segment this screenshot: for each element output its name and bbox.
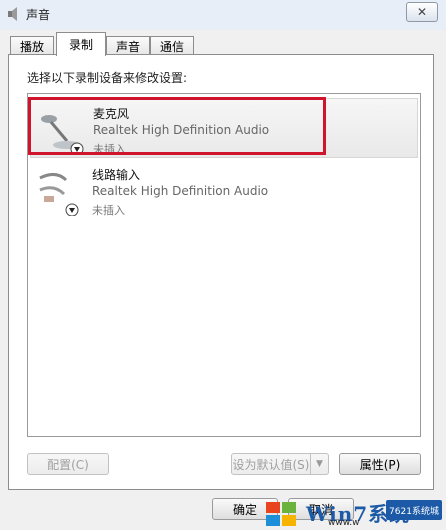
selection-highlight-box — [28, 97, 326, 155]
set-default-dropdown[interactable]: ▼ — [311, 453, 329, 475]
watermark-corner-text: 7621系统城 — [389, 506, 439, 517]
tab-label: 播放 — [19, 39, 44, 54]
tab-label: 声音 — [115, 39, 140, 54]
set-default-button[interactable]: 设为默认值(S) — [231, 453, 311, 475]
tab-playback[interactable]: 播放 — [10, 36, 54, 55]
close-icon: ✕ — [416, 5, 428, 19]
device-name: 线路输入 — [92, 168, 141, 182]
window-title: 声音 — [26, 8, 51, 22]
button-label: 配置(C) — [47, 457, 89, 472]
configure-button[interactable]: 配置(C) — [27, 453, 109, 475]
speaker-app-icon — [8, 7, 17, 21]
windows-logo-watermark — [266, 502, 296, 526]
chevron-down-icon: ▼ — [316, 459, 323, 469]
button-label: 设为默认值(S) — [232, 457, 310, 472]
tab-communications[interactable]: 通信 — [150, 36, 194, 55]
device-status: 未插入 — [92, 204, 125, 217]
tab-label: 通信 — [159, 39, 184, 54]
instruction-text: 选择以下录制设备来修改设置: — [27, 71, 188, 85]
tab-sounds[interactable]: 声音 — [106, 36, 150, 55]
device-item-line-in[interactable]: 线路输入 Realtek High Definition Audio 未插入 — [30, 160, 418, 220]
site-logo-watermark: 7621系统城 — [386, 500, 442, 520]
button-label: 确定 — [232, 502, 257, 517]
line-in-cable-icon — [39, 173, 79, 216]
button-label: 属性(P) — [359, 457, 401, 472]
close-button[interactable]: ✕ — [406, 2, 438, 22]
tab-recording[interactable]: 录制 — [56, 32, 106, 56]
tab-label: 录制 — [68, 38, 93, 52]
recording-panel: 选择以下录制设备来修改设置: 麦克风 Realtek High Definiti… — [8, 54, 434, 490]
title-bar: 声音 ✕ — [0, 0, 446, 30]
watermark-site: www.w — [328, 518, 360, 528]
properties-button[interactable]: 属性(P) — [339, 453, 421, 475]
device-list[interactable]: 麦克风 Realtek High Definition Audio 未插入 线路… — [27, 93, 421, 437]
device-driver: Realtek High Definition Audio — [92, 184, 269, 198]
